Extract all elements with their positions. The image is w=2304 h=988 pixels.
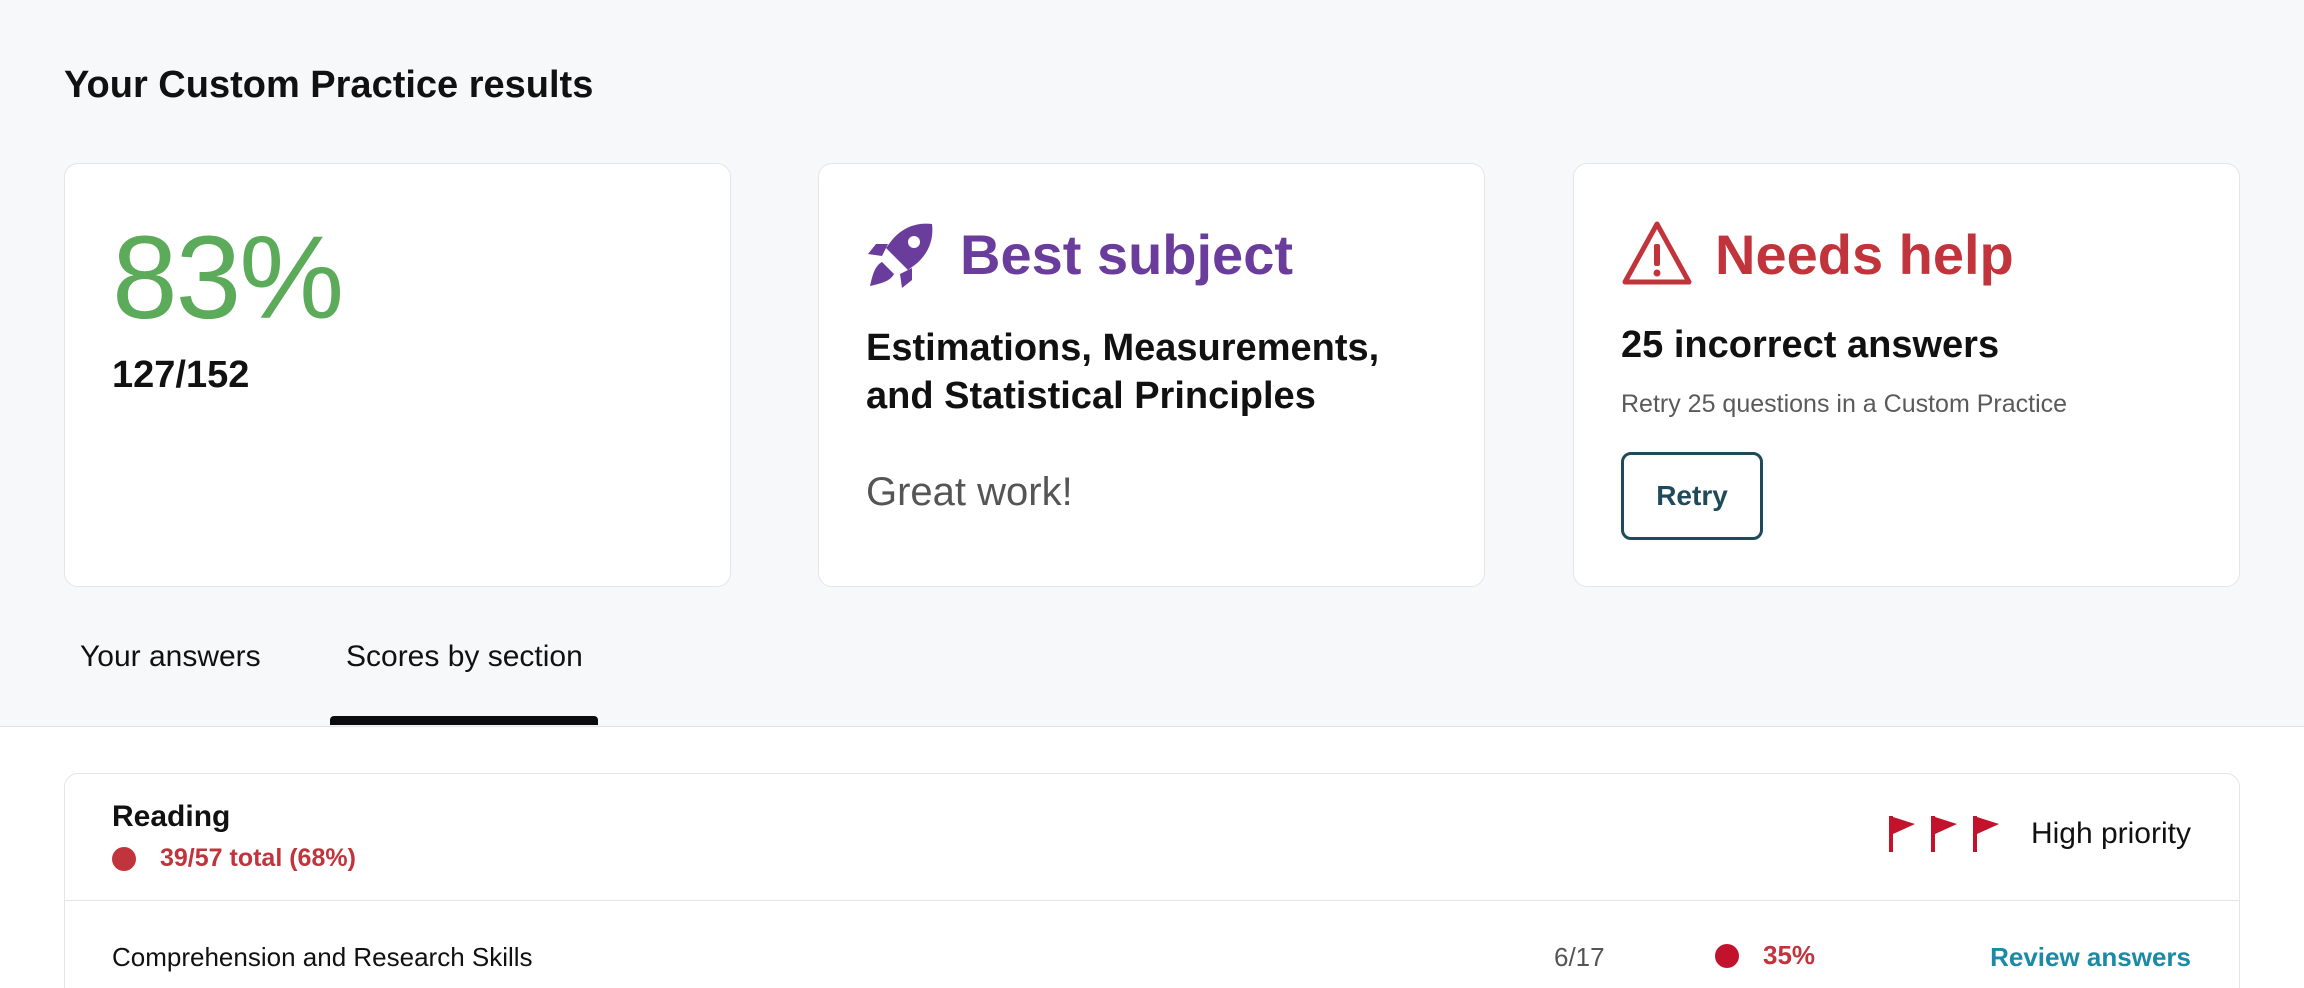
section-total: 39/57 total (68%) <box>112 844 356 873</box>
review-answers-link[interactable]: Review answers <box>1990 942 2191 973</box>
page-title: Your Custom Practice results <box>64 64 594 106</box>
skill-score-percent: 35% <box>1763 940 1816 970</box>
active-tab-indicator <box>330 716 598 725</box>
status-dot-icon <box>112 846 136 871</box>
overall-score-fraction: 127/152 <box>112 354 250 396</box>
tab-your-answers[interactable]: Your answers <box>80 640 261 674</box>
flag-icon <box>1887 814 1917 854</box>
section-score-card: Reading 39/57 total (68%) High priority … <box>64 773 2240 988</box>
overall-score-percent: 83% <box>112 212 344 344</box>
skill-score: 35% <box>1715 940 1815 971</box>
best-subject-header: Best subject <box>866 216 1293 292</box>
divider <box>65 900 2239 901</box>
needs-help-header: Needs help <box>1621 216 2014 292</box>
needs-help-card: Needs help 25 incorrect answers Retry 25… <box>1573 163 2240 587</box>
status-dot-icon <box>1715 943 1739 968</box>
skill-name: Comprehension and Research Skills <box>112 942 533 972</box>
needs-help-title: Needs help <box>1715 222 2014 286</box>
flag-icon <box>1971 814 2001 854</box>
best-subject-card: Best subject Estimations, Measurements, … <box>818 163 1485 587</box>
section-total-text: 39/57 total (68%) <box>160 844 356 872</box>
incorrect-answers-count: 25 incorrect answers <box>1621 324 2000 366</box>
warning-triangle-icon <box>1621 218 1693 290</box>
tab-scores-by-section[interactable]: Scores by section <box>346 640 583 674</box>
retry-button[interactable]: Retry <box>1621 452 1763 540</box>
overall-score-card: 83% 127/152 <box>64 163 731 587</box>
best-subject-name: Estimations, Measurements, and Statistic… <box>866 327 1380 417</box>
retry-description: Retry 25 questions in a Custom Practice <box>1621 390 2068 418</box>
flag-icon <box>1929 814 1959 854</box>
best-subject-note: Great work! <box>866 470 1073 514</box>
priority-label: High priority <box>2030 817 2191 850</box>
rocket-icon <box>866 218 938 290</box>
skill-fraction: 6/17 <box>1554 942 1605 972</box>
priority-indicator: High priority <box>1875 814 2191 854</box>
section-name: Reading <box>112 800 231 833</box>
best-subject-title: Best subject <box>960 222 1293 286</box>
